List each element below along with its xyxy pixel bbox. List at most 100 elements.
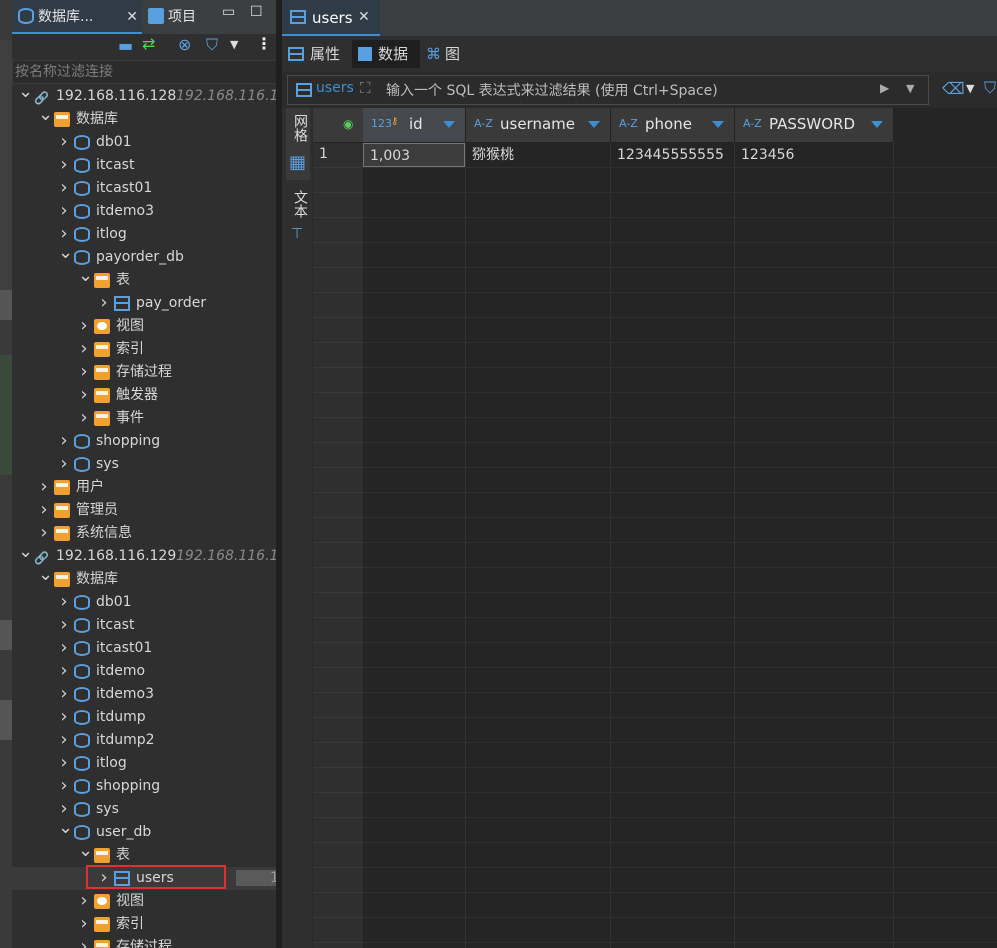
- chevron-down-icon[interactable]: ⌄: [18, 543, 33, 568]
- tree-item[interactable]: › 系统信息: [12, 522, 276, 545]
- tree-item[interactable]: ⌄ payorder_db: [12, 244, 276, 269]
- tree-item[interactable]: › itlog: [12, 752, 276, 775]
- tree-item[interactable]: › sys: [12, 453, 276, 476]
- chevron-right-icon[interactable]: ›: [58, 775, 70, 798]
- tree-item[interactable]: › 视图: [12, 890, 276, 913]
- tree-item[interactable]: › 视图: [12, 315, 276, 338]
- chevron-right-icon[interactable]: ›: [38, 522, 50, 545]
- sort-dropdown-icon[interactable]: [712, 121, 724, 128]
- tree-item[interactable]: › pay_order: [12, 292, 276, 315]
- tree-item[interactable]: › itlog: [12, 223, 276, 246]
- filter-connections-icon[interactable]: ⛉: [206, 35, 218, 55]
- grid-view-button[interactable]: 网格 ▦: [286, 108, 310, 180]
- row-select-icon[interactable]: ◉: [343, 117, 353, 131]
- tree-item[interactable]: ⌄ 数据库: [12, 566, 276, 591]
- play-icon[interactable]: ▶: [880, 81, 889, 95]
- tab-users[interactable]: users ✕: [282, 0, 380, 36]
- row-number[interactable]: 1: [319, 146, 328, 162]
- collapse-all-icon[interactable]: ▬: [118, 36, 133, 55]
- chevron-right-icon[interactable]: ›: [78, 384, 90, 407]
- column-header-username[interactable]: A-Z username: [466, 108, 611, 143]
- table-cell[interactable]: 123456: [735, 143, 893, 167]
- chevron-down-icon[interactable]: ⌄: [38, 106, 53, 131]
- tree-item[interactable]: › 索引: [12, 913, 276, 936]
- tree-item[interactable]: › shopping: [12, 430, 276, 453]
- tree-item[interactable]: › itcast: [12, 614, 276, 637]
- tree-item[interactable]: › itcast01: [12, 637, 276, 660]
- minimize-icon[interactable]: ▭: [222, 4, 235, 20]
- tab-projects[interactable]: 项目: [144, 0, 224, 34]
- eraser-icon[interactable]: ⌫: [942, 79, 965, 98]
- chevron-right-icon[interactable]: ›: [58, 430, 70, 453]
- close-icon[interactable]: ✕: [358, 9, 370, 25]
- tree-item[interactable]: › 存储过程: [12, 936, 276, 948]
- tree-item[interactable]: › itdump: [12, 706, 276, 729]
- chevron-right-icon[interactable]: ›: [78, 913, 90, 936]
- tree-item[interactable]: › itdump2: [12, 729, 276, 752]
- tree-item[interactable]: › itcast: [12, 154, 276, 177]
- column-header-phone[interactable]: A-Z phone: [611, 108, 735, 143]
- tree-item[interactable]: › 管理员: [12, 499, 276, 522]
- tree-item[interactable]: ›users16K: [12, 865, 276, 890]
- tree-item[interactable]: › 事件: [12, 407, 276, 430]
- tree-item[interactable]: › 索引: [12, 338, 276, 361]
- chevron-right-icon[interactable]: ›: [58, 683, 70, 706]
- chevron-down-icon[interactable]: ⌄: [78, 842, 93, 867]
- sort-dropdown-icon[interactable]: [443, 121, 455, 128]
- tree-item[interactable]: › db01: [12, 131, 276, 154]
- sort-dropdown-icon[interactable]: [871, 121, 883, 128]
- chevron-down-icon[interactable]: ▼: [230, 38, 238, 51]
- text-view-button[interactable]: 文本 ⊤: [286, 188, 310, 248]
- tree-item[interactable]: › db01: [12, 591, 276, 614]
- chevron-right-icon[interactable]: ›: [78, 407, 90, 430]
- chevron-down-icon[interactable]: ▼: [906, 82, 914, 95]
- expand-icon[interactable]: ⛶: [360, 79, 371, 97]
- table-cell[interactable]: 1,003: [363, 143, 465, 167]
- chevron-right-icon[interactable]: ›: [78, 338, 90, 361]
- chevron-right-icon[interactable]: ›: [98, 292, 110, 315]
- chevron-right-icon[interactable]: ›: [38, 476, 50, 499]
- tree-item[interactable]: › 用户: [12, 476, 276, 499]
- table-cell[interactable]: 123445555555: [611, 143, 734, 167]
- chevron-down-icon[interactable]: ⌄: [58, 244, 73, 269]
- connect-icon[interactable]: ⊗: [178, 35, 191, 54]
- tree-item[interactable]: › shopping: [12, 775, 276, 798]
- chevron-down-icon[interactable]: ⌄: [38, 566, 53, 591]
- maximize-icon[interactable]: ☐: [250, 4, 263, 20]
- tree-item[interactable]: ⌄ 表: [12, 842, 276, 867]
- tree-item[interactable]: › sys: [12, 798, 276, 821]
- tree-item[interactable]: ⌄ 表: [12, 267, 276, 292]
- chevron-right-icon[interactable]: ›: [78, 890, 90, 913]
- tab-diagram[interactable]: ⌘ 图: [426, 40, 476, 68]
- chevron-right-icon[interactable]: ›: [58, 131, 70, 154]
- chevron-right-icon[interactable]: ›: [58, 637, 70, 660]
- chevron-right-icon[interactable]: ›: [58, 453, 70, 476]
- tree-item[interactable]: ⌄ 数据库: [12, 106, 276, 131]
- sort-dropdown-icon[interactable]: [588, 121, 600, 128]
- chevron-right-icon[interactable]: ›: [78, 361, 90, 384]
- chevron-right-icon[interactable]: ›: [58, 614, 70, 637]
- chevron-right-icon[interactable]: ›: [58, 729, 70, 752]
- sql-filter-input[interactable]: 输入一个 SQL 表达式来过滤结果 (使用 Ctrl+Space): [386, 80, 718, 100]
- chevron-down-icon[interactable]: ⌄: [18, 83, 33, 108]
- chevron-right-icon[interactable]: ›: [58, 200, 70, 223]
- connection-filter-input[interactable]: 按名称过滤连接: [12, 60, 276, 84]
- chevron-right-icon[interactable]: ›: [58, 752, 70, 775]
- tree-item[interactable]: ⌄ user_db: [12, 819, 276, 844]
- tree-item[interactable]: › 触发器: [12, 384, 276, 407]
- chevron-right-icon[interactable]: ›: [58, 660, 70, 683]
- close-icon[interactable]: ✕: [126, 0, 138, 34]
- chevron-down-icon[interactable]: ▼: [966, 82, 974, 95]
- tree-item[interactable]: › itcast01: [12, 177, 276, 200]
- chevron-down-icon[interactable]: ⌄: [78, 267, 93, 292]
- more-options-icon[interactable]: ⋮: [256, 34, 272, 53]
- chevron-down-icon[interactable]: ⌄: [58, 819, 73, 844]
- chevron-right-icon[interactable]: ›: [58, 706, 70, 729]
- link-editor-icon[interactable]: ⇄: [142, 34, 155, 53]
- tab-properties[interactable]: 属性: [288, 40, 350, 68]
- tree-item[interactable]: › 存储过程: [12, 361, 276, 384]
- chevron-right-icon[interactable]: ›: [58, 177, 70, 200]
- filter-icon[interactable]: ⛉: [984, 78, 996, 98]
- tree-item[interactable]: › itdemo3: [12, 200, 276, 223]
- chevron-right-icon[interactable]: ›: [78, 315, 90, 338]
